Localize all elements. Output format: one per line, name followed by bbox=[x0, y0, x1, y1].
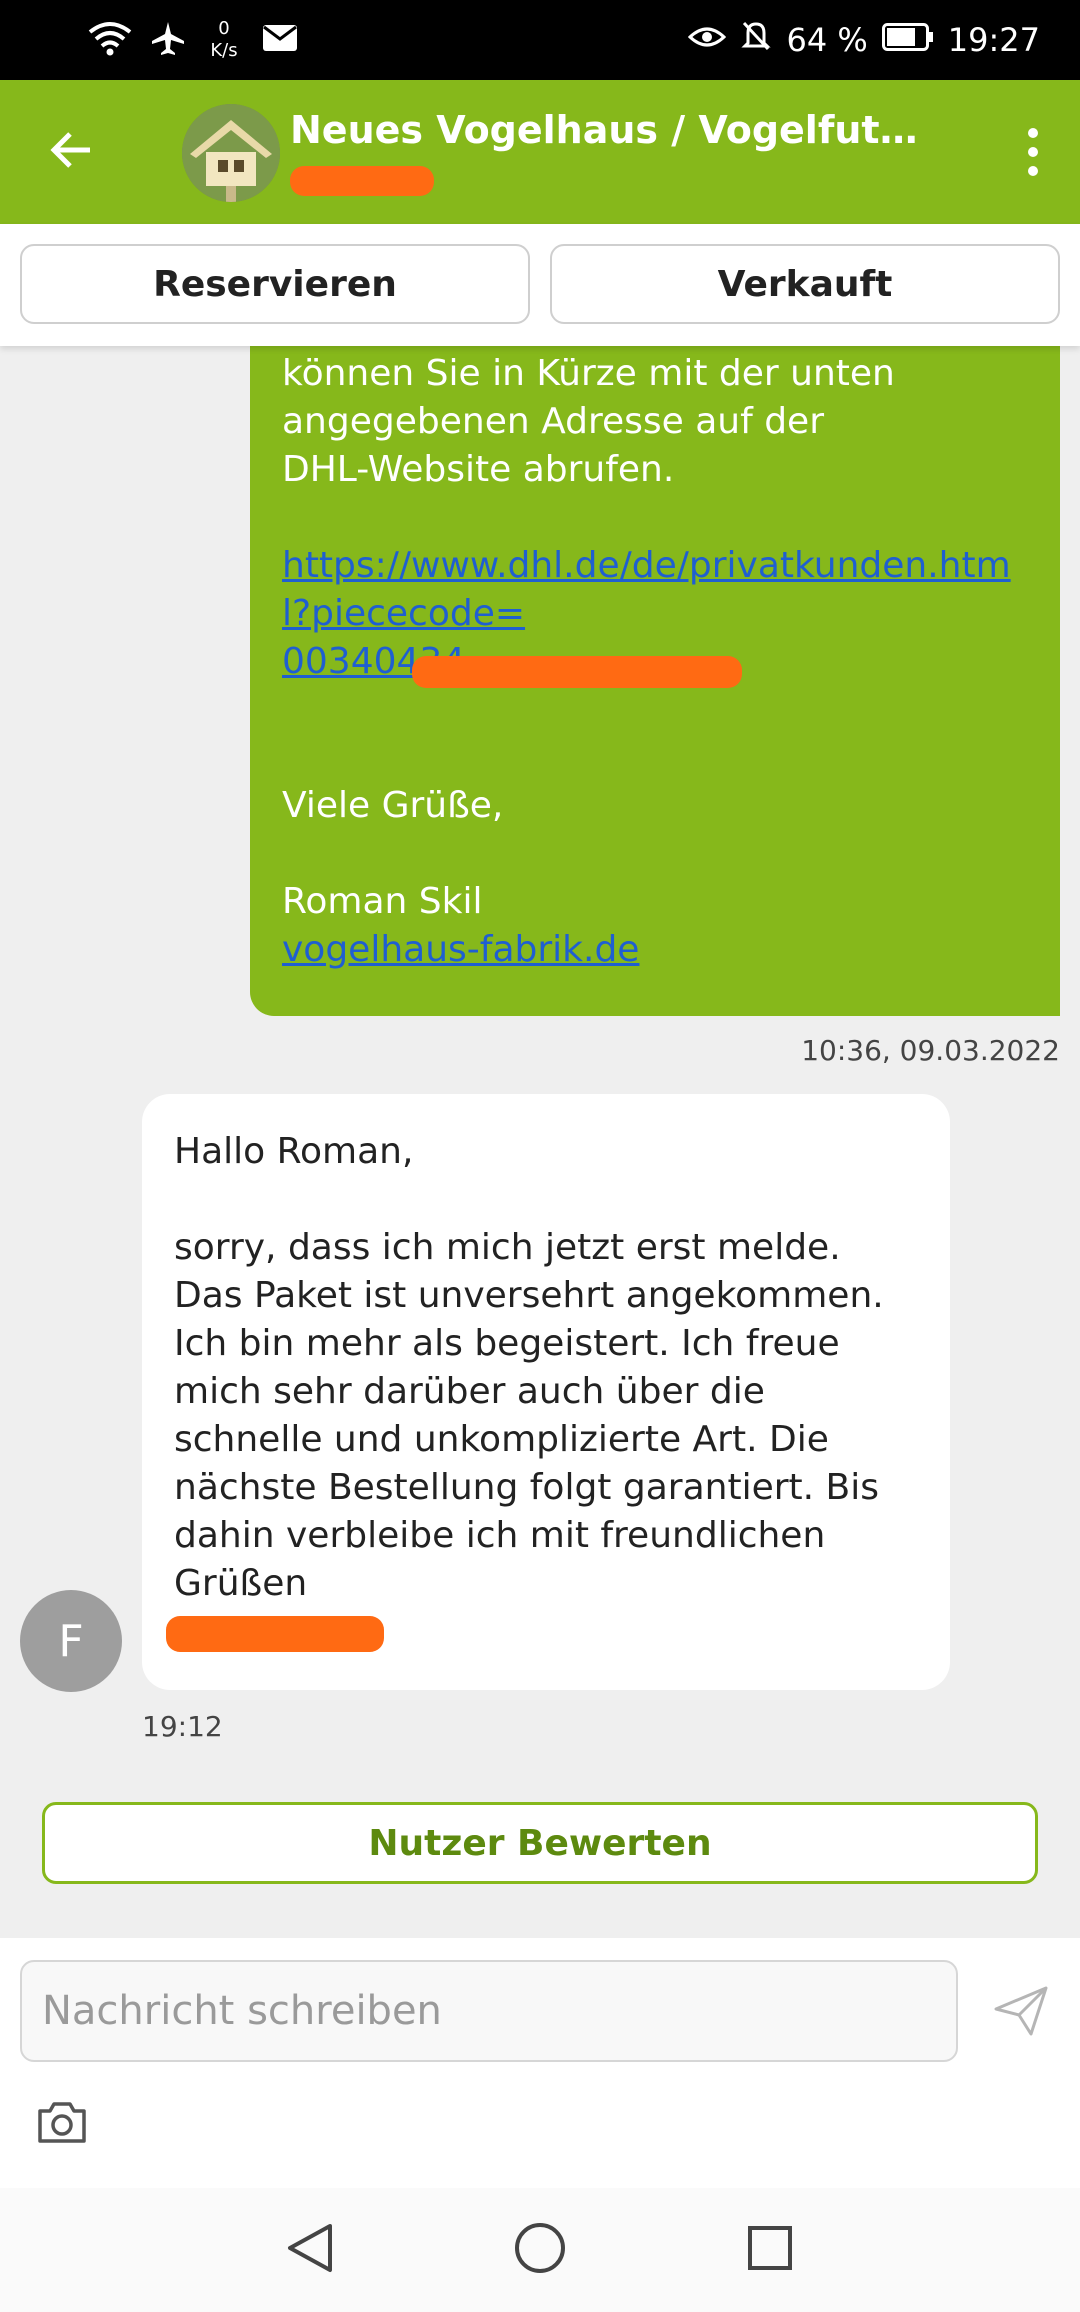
wifi-icon bbox=[88, 20, 132, 60]
eye-icon bbox=[688, 21, 727, 59]
outgoing-message-bubble: können Sie in Kürze mit der unten angege… bbox=[250, 300, 1060, 1016]
nav-back-icon bbox=[286, 2222, 334, 2278]
outgoing-signature-name: Roman Skil bbox=[282, 881, 483, 922]
send-button[interactable] bbox=[988, 1980, 1054, 2046]
more-options-button[interactable] bbox=[1008, 120, 1058, 184]
rate-user-button[interactable]: Nutzer Bewerten bbox=[42, 1802, 1038, 1884]
reserve-button[interactable]: Reservieren bbox=[20, 244, 530, 324]
net-speed: 0 K/s bbox=[210, 18, 238, 61]
nav-home-button[interactable] bbox=[510, 2220, 570, 2280]
incoming-timestamp: 19:12 bbox=[142, 1710, 223, 1743]
mail-icon bbox=[262, 24, 298, 56]
redacted-username bbox=[290, 166, 434, 196]
outgoing-timestamp: 10:36, 09.03.2022 bbox=[801, 1034, 1060, 1067]
outgoing-message-text: können Sie in Kürze mit der unten angege… bbox=[282, 353, 895, 490]
listing-actions: Reservieren Verkauft bbox=[0, 224, 1080, 346]
website-link[interactable]: vogelhaus-fabrik.de bbox=[282, 929, 639, 970]
back-arrow-icon bbox=[50, 130, 94, 174]
message-composer bbox=[0, 1938, 1080, 2188]
listing-image[interactable] bbox=[182, 104, 280, 202]
outgoing-closing: Viele Grüße, bbox=[282, 785, 504, 826]
incoming-message-bubble: Hallo Roman, sorry, dass ich mich jetzt … bbox=[142, 1094, 950, 1690]
incoming-greeting: Hallo Roman, bbox=[174, 1131, 414, 1172]
redacted-signature bbox=[166, 1616, 384, 1652]
nav-back-button[interactable] bbox=[280, 2220, 340, 2280]
battery-label: 64 % bbox=[786, 21, 868, 59]
chat-header: Neues Vogelhaus / Vogelfutterha… bbox=[0, 80, 1080, 224]
send-icon bbox=[993, 1985, 1049, 2041]
camera-button[interactable] bbox=[32, 2094, 92, 2154]
back-button[interactable] bbox=[40, 120, 104, 184]
camera-icon bbox=[36, 2099, 88, 2149]
contact-avatar[interactable]: F bbox=[20, 1590, 122, 1692]
more-vert-icon bbox=[1028, 128, 1038, 138]
nav-recents-icon bbox=[746, 2224, 794, 2276]
bell-off-icon bbox=[740, 19, 772, 61]
message-input[interactable] bbox=[20, 1960, 958, 2062]
airplane-icon bbox=[150, 20, 186, 60]
listing-title: Neues Vogelhaus / Vogelfutterha… bbox=[290, 108, 930, 152]
redaction bbox=[412, 656, 742, 688]
incoming-message-text: sorry, dass ich mich jetzt erst melde. D… bbox=[174, 1227, 884, 1604]
system-nav-bar bbox=[0, 2188, 1080, 2312]
nav-recents-button[interactable] bbox=[740, 2220, 800, 2280]
sold-button[interactable]: Verkauft bbox=[550, 244, 1060, 324]
clock: 19:27 bbox=[947, 21, 1040, 59]
nav-home-icon bbox=[514, 2222, 566, 2278]
status-bar: 0 K/s 64 % 19:27 bbox=[0, 0, 1080, 80]
battery-icon bbox=[881, 21, 934, 59]
